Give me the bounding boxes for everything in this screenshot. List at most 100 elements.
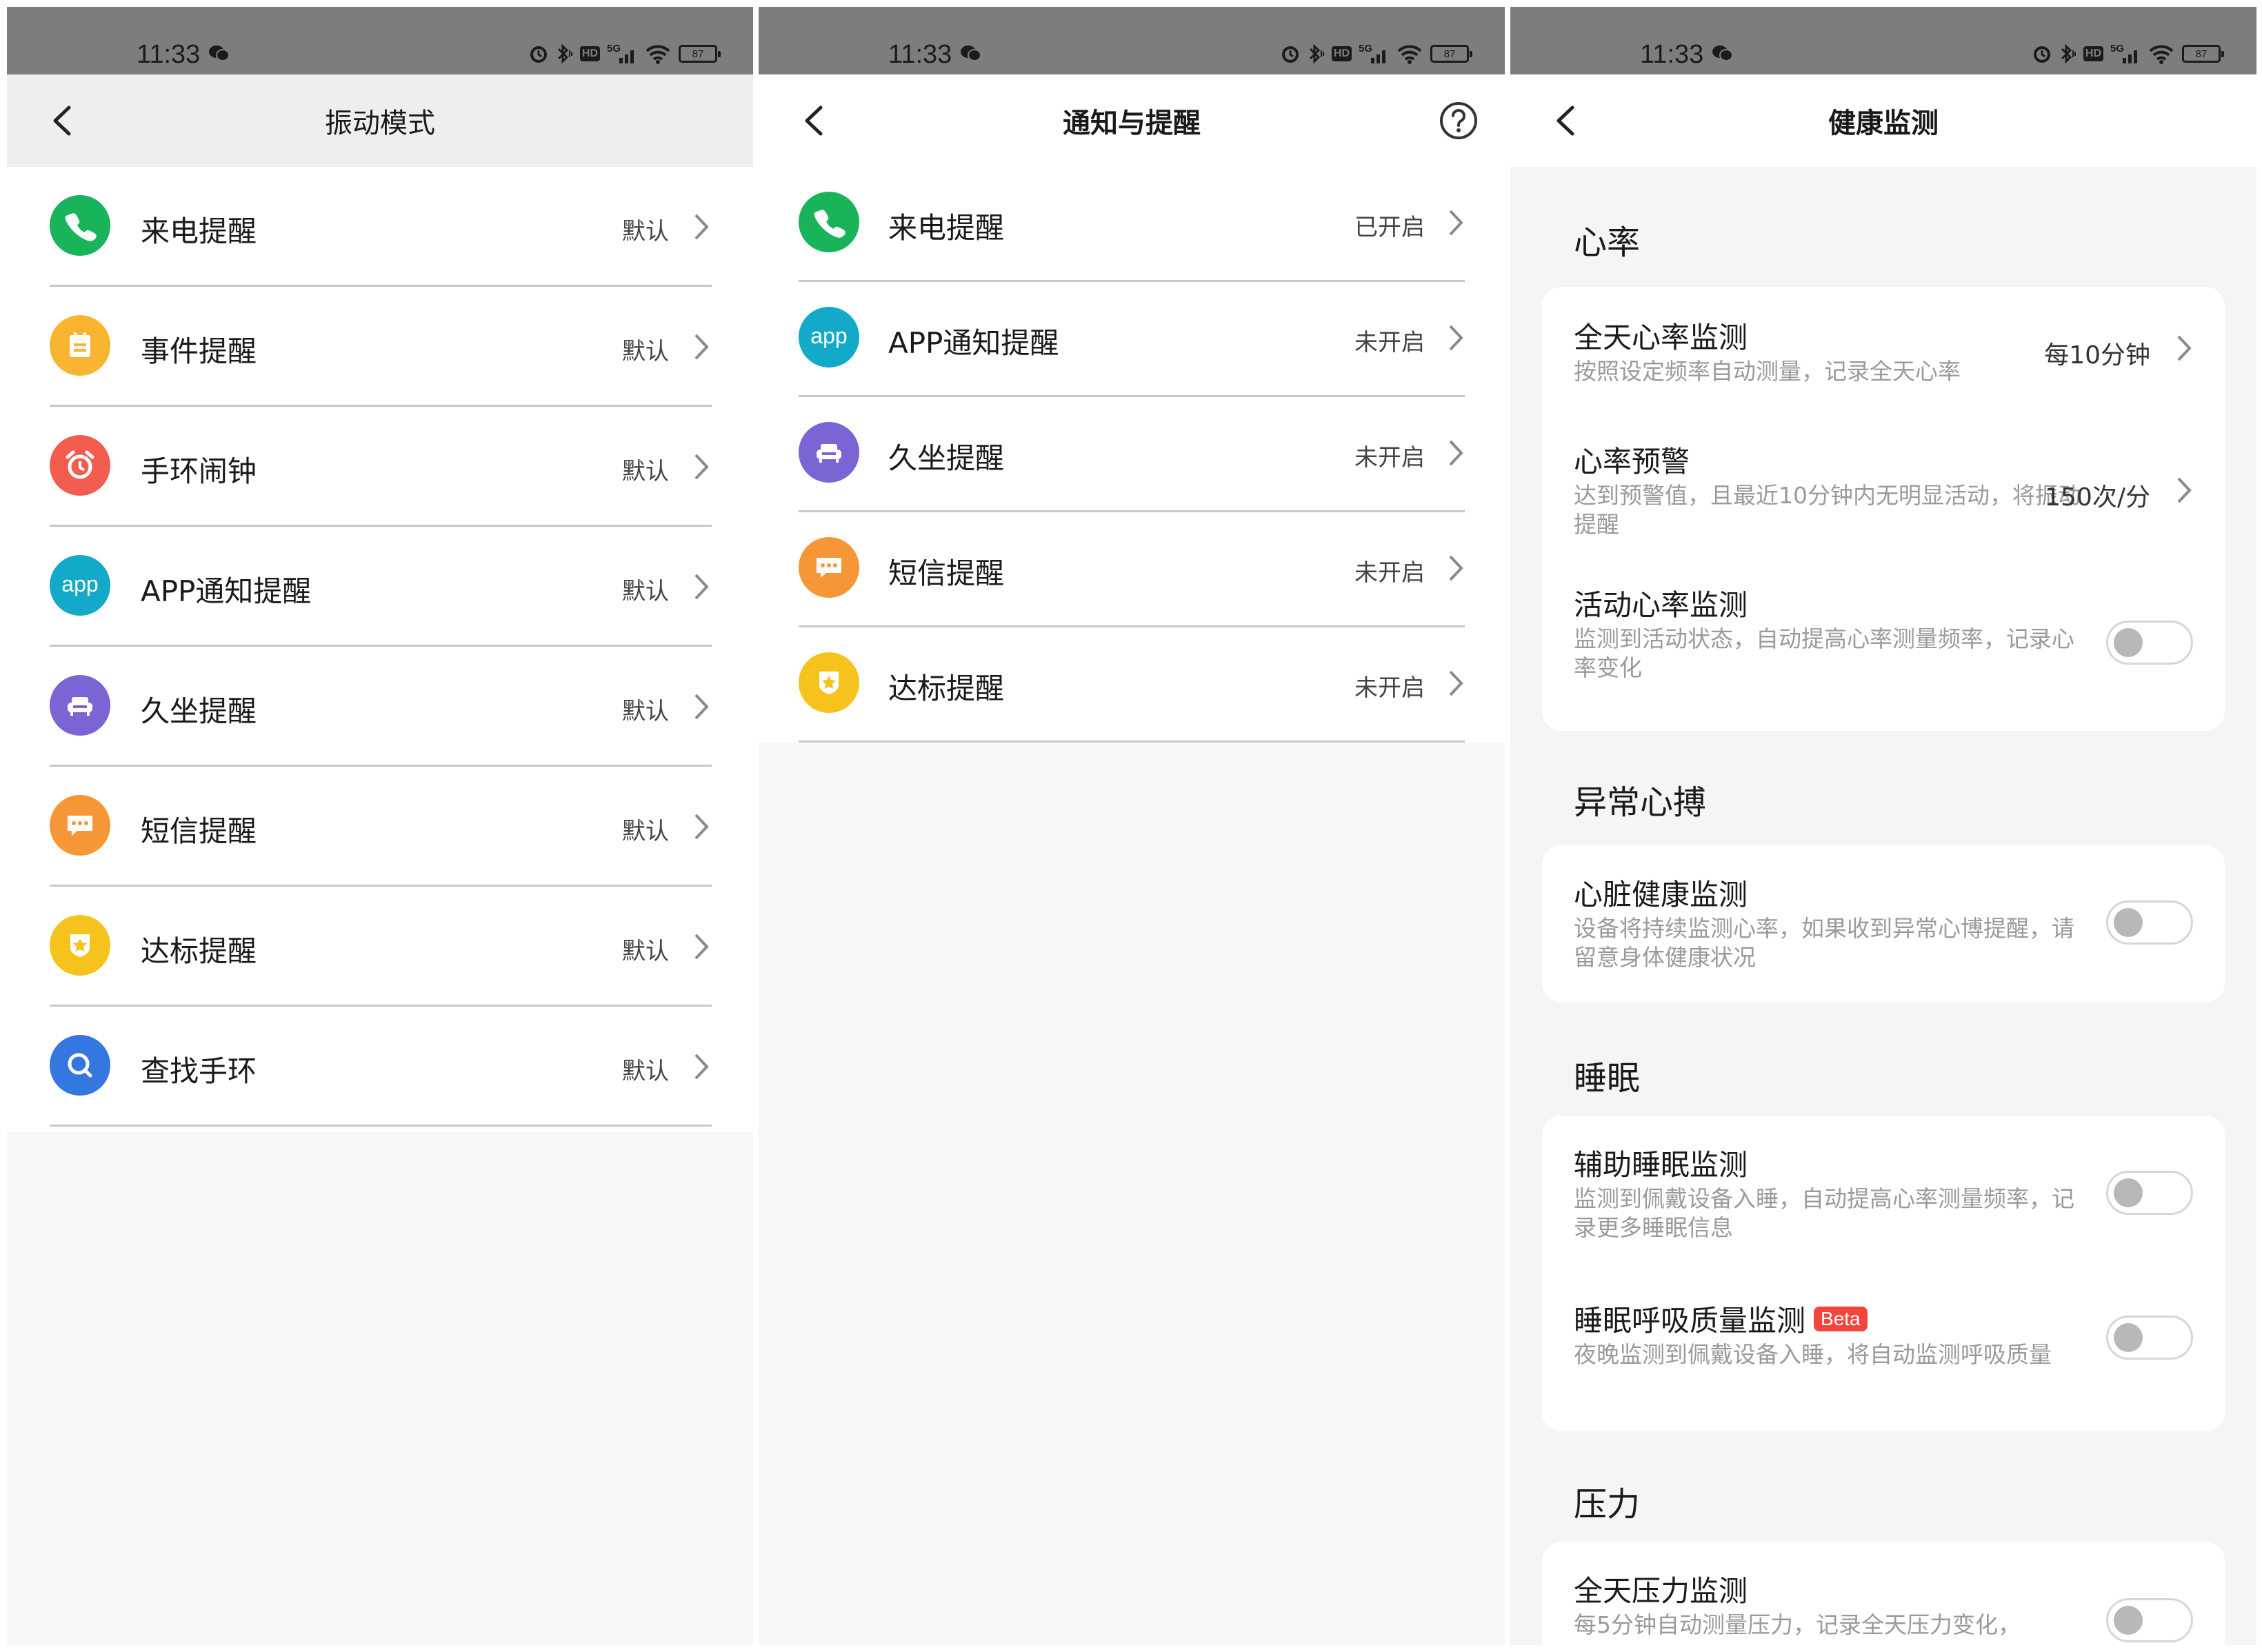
list-item-app-notification[interactable]: app APP通知提醒 未开启 xyxy=(759,282,1505,397)
active-heart-rate-toggle[interactable] xyxy=(2106,621,2193,665)
alarm-status-icon xyxy=(2032,44,2052,63)
setting-subtitle: 监测到活动状态，自动提高心率测量频率，记录心率变化 xyxy=(1574,625,2074,681)
list-item-event[interactable]: 事件提醒 默认 xyxy=(7,287,753,407)
setting-value: 150次/分 xyxy=(2045,483,2150,512)
chevron-right-icon xyxy=(694,1054,709,1080)
item-label: 达标提醒 xyxy=(141,934,257,968)
item-value: 未开启 xyxy=(1354,444,1425,472)
phone-icon xyxy=(799,192,859,252)
chevron-right-icon xyxy=(694,214,709,240)
battery-icon: 87 xyxy=(1430,45,1472,63)
nav-bar: 健康监测 xyxy=(1510,74,2256,167)
setting-subtitle: 达到预警值，且最近10分钟内无明显活动，将振动提醒 xyxy=(1574,482,2081,538)
back-arrow-icon[interactable] xyxy=(799,103,832,138)
back-arrow-icon[interactable] xyxy=(47,103,80,138)
setting-subtitle: 夜晚监测到佩戴设备入睡，将自动监测呼吸质量 xyxy=(1574,1341,2052,1368)
setting-subtitle: 监测到佩戴设备入睡，自动提高心率测量频率，记录更多睡眠信息 xyxy=(1574,1185,2074,1241)
item-label: 事件提醒 xyxy=(141,334,257,368)
wifi-icon xyxy=(644,43,672,65)
list-item-goal[interactable]: 达标提醒 未开启 xyxy=(759,627,1505,743)
divider xyxy=(799,741,1465,743)
item-label: APP通知提醒 xyxy=(141,574,312,608)
list-item-call[interactable]: 来电提醒 默认 xyxy=(7,167,753,287)
app-icon: app xyxy=(799,307,859,367)
bluetooth-vibrate-icon xyxy=(1307,43,1325,64)
item-value: 默认 xyxy=(622,458,669,485)
heart-health-toggle[interactable] xyxy=(2106,900,2193,945)
beta-badge: Beta xyxy=(1814,1307,1868,1331)
wechat-icon xyxy=(1712,46,1732,61)
list-item-call[interactable]: 来电提醒 已开启 xyxy=(759,167,1505,282)
item-label: 来电提醒 xyxy=(141,214,257,248)
list-item-goal[interactable]: 达标提醒 默认 xyxy=(7,887,753,1007)
back-arrow-icon[interactable] xyxy=(1550,103,1583,138)
chevron-right-icon xyxy=(1449,325,1463,351)
chevron-right-icon xyxy=(694,334,709,360)
item-value: 默认 xyxy=(622,698,669,725)
sofa-icon xyxy=(50,675,110,736)
card-heart-rate: 全天心率监测 按照设定频率自动测量，记录全天心率 每10分钟 心率预警 达到预警… xyxy=(1542,287,2225,731)
chevron-right-icon xyxy=(694,454,709,480)
chevron-right-icon xyxy=(694,934,709,960)
svg-text:app: app xyxy=(810,323,847,348)
sofa-icon xyxy=(799,422,859,483)
list-item-find-band[interactable]: 查找手环 默认 xyxy=(7,1007,753,1127)
setting-subtitle: 设备将持续监测心率，如果收到异常心博提醒，请留意身体健康状况 xyxy=(1574,915,2074,971)
list-item-sms[interactable]: 短信提醒 默认 xyxy=(7,767,753,887)
item-value: 默认 xyxy=(622,938,669,965)
page-title: 振动模式 xyxy=(325,108,435,139)
help-icon[interactable] xyxy=(1439,101,1479,141)
list-item-alarm[interactable]: 手环闹钟 默认 xyxy=(7,407,753,527)
battery-icon: 87 xyxy=(2182,45,2224,63)
list-item-app-notification[interactable]: app APP通知提醒 默认 xyxy=(7,527,753,647)
item-label: 查找手环 xyxy=(141,1054,257,1088)
item-label: 久坐提醒 xyxy=(141,694,257,728)
network-label: 5G xyxy=(1359,43,1373,54)
setting-heart-health: 心脏健康监测 设备将持续监测心率，如果收到异常心博提醒，请留意身体健康状况 xyxy=(1542,845,2225,1003)
battery-icon: 87 xyxy=(679,45,721,63)
assisted-sleep-toggle[interactable] xyxy=(2106,1171,2193,1215)
list-item-sedentary[interactable]: 久坐提醒 默认 xyxy=(7,647,753,767)
bluetooth-vibrate-icon xyxy=(2059,43,2076,64)
section-title-heart-rate: 心率 xyxy=(1574,223,1641,262)
section-title-sleep: 睡眠 xyxy=(1574,1059,1641,1098)
alarm-clock-icon xyxy=(50,435,110,496)
status-bar: 11:33 HD 5G 87 xyxy=(7,7,753,74)
sleep-breathing-toggle[interactable] xyxy=(2106,1316,2193,1360)
status-icons: HD 5G 87 xyxy=(1281,43,1472,65)
hd-icon: HD xyxy=(579,46,600,61)
nav-bar: 振动模式 xyxy=(7,74,753,167)
svg-text:app: app xyxy=(61,572,98,596)
item-label: 短信提醒 xyxy=(141,814,257,848)
card-stress: 全天压力监测 每5分钟自动测量压力，记录全天压力变化， xyxy=(1542,1542,2225,1645)
bluetooth-vibrate-icon xyxy=(555,43,573,64)
status-time: 11:33 xyxy=(137,40,201,69)
list-item-sms[interactable]: 短信提醒 未开启 xyxy=(759,512,1505,627)
message-icon xyxy=(50,795,110,856)
chevron-right-icon xyxy=(694,694,709,720)
badge-star-icon xyxy=(50,915,110,976)
wechat-icon xyxy=(209,46,229,61)
setting-subtitle: 按照设定频率自动测量，记录全天心率 xyxy=(1574,358,1961,385)
setting-heart-rate-alert[interactable]: 心率预警 达到预警值，且最近10分钟内无明显活动，将振动提醒 150次/分 xyxy=(1542,418,2225,575)
chevron-right-icon xyxy=(1449,670,1463,696)
setting-title-row: 睡眠呼吸质量监测 Beta xyxy=(1574,1298,1868,1340)
status-icons: HD 5G 87 xyxy=(2032,43,2224,65)
list-item-sedentary[interactable]: 久坐提醒 未开启 xyxy=(759,397,1505,512)
status-bar: 11:33 HD 5G 87 xyxy=(759,7,1505,74)
network-label: 5G xyxy=(607,43,621,54)
item-label: 久坐提醒 xyxy=(888,441,1005,475)
setting-all-day-heart-rate[interactable]: 全天心率监测 按照设定频率自动测量，记录全天心率 每10分钟 xyxy=(1542,287,2225,418)
app-icon: app xyxy=(50,555,110,616)
setting-subtitle: 每5分钟自动测量压力，记录全天压力变化， xyxy=(1574,1611,2021,1638)
wifi-icon xyxy=(1396,43,1423,65)
all-day-stress-toggle[interactable] xyxy=(2106,1598,2193,1642)
item-label: 短信提醒 xyxy=(888,556,1005,590)
setting-title: 心率预警 xyxy=(1574,445,1690,479)
setting-all-day-stress: 全天压力监测 每5分钟自动测量压力，记录全天压力变化， xyxy=(1542,1542,2225,1645)
calendar-icon xyxy=(50,315,110,376)
setting-title: 全天心率监测 xyxy=(1574,321,1748,354)
badge-star-icon xyxy=(799,652,859,713)
phone-health-monitor: 11:33 HD 5G 87 健康监测 心率 全天心率监测 按照设定频率自动测量… xyxy=(1510,7,2256,1645)
chevron-right-icon xyxy=(2177,335,2192,361)
